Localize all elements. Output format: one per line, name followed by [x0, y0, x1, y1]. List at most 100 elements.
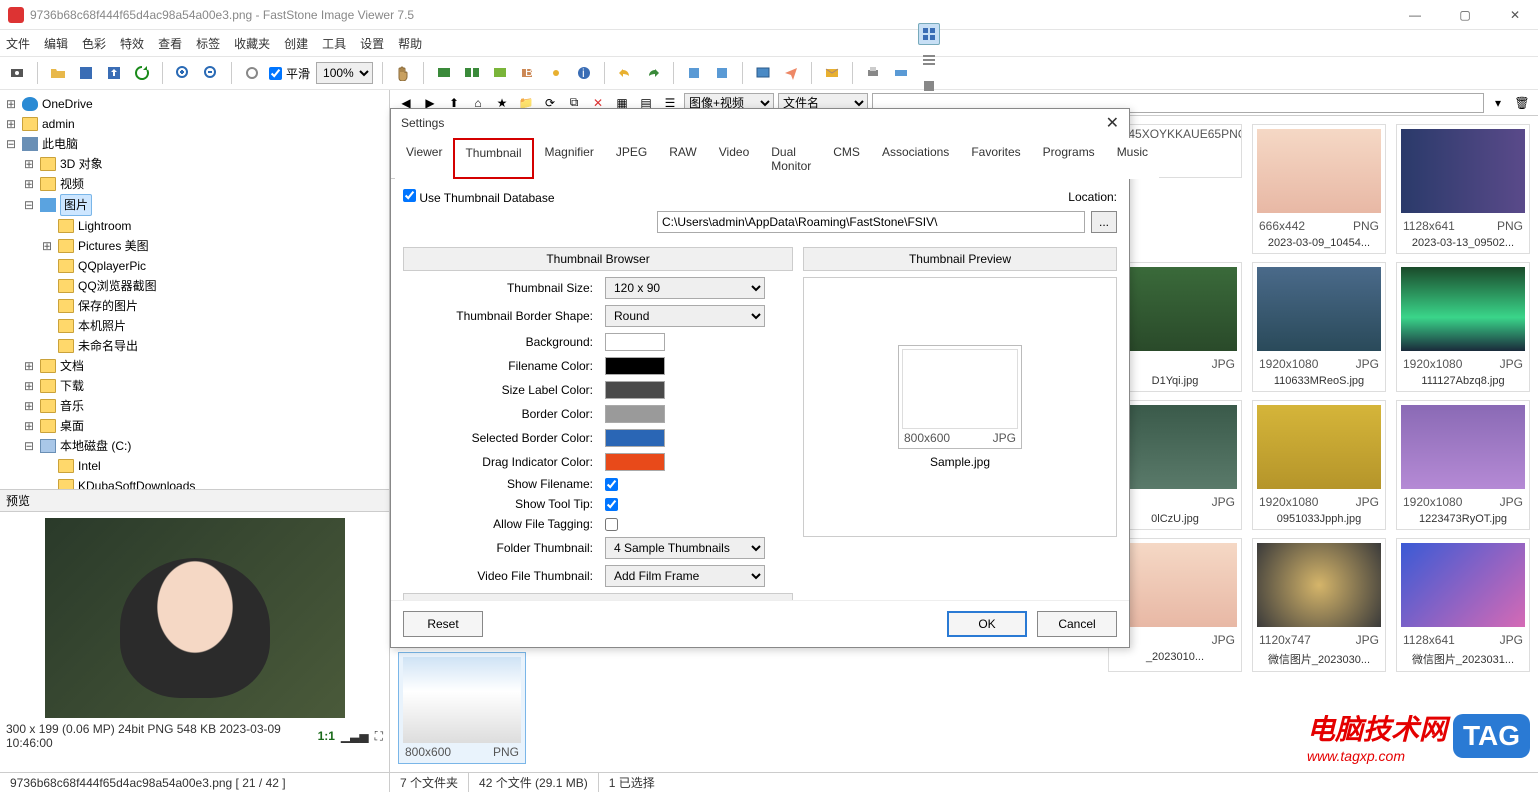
folder-thumb-select[interactable]: 4 Sample Thumbnails — [605, 537, 765, 559]
browse-button[interactable]: ... — [1091, 211, 1117, 233]
cancel-button[interactable]: Cancel — [1037, 611, 1117, 637]
tab-jpeg[interactable]: JPEG — [605, 138, 658, 179]
menu-color[interactable]: 色彩 — [82, 35, 106, 52]
app-icon — [8, 7, 24, 23]
zoomin-icon[interactable] — [172, 62, 194, 84]
preview-info: 300 x 199 (0.06 MP) 24bit PNG 548 KB 202… — [6, 722, 318, 750]
status-folders: 7 个文件夹 — [390, 773, 469, 792]
folder-tree[interactable]: ⊞OneDrive ⊞admin ⊟此电脑 ⊞3D 对象 ⊞视频 ⊟图片 Lig… — [0, 90, 389, 489]
tab-programs[interactable]: Programs — [1032, 138, 1106, 179]
menu-create[interactable]: 创建 — [284, 35, 308, 52]
rotate-left-icon[interactable] — [683, 62, 705, 84]
wallpaper-icon[interactable] — [752, 62, 774, 84]
border-shape-select[interactable]: Round — [605, 305, 765, 327]
status-bar: 9736b68c68f444f65d4ac98a54a00e3.png [ 21… — [0, 772, 1538, 792]
watermark: 电脑技术网 www.tagxp.com TAG — [1307, 708, 1530, 764]
tab-magnifier[interactable]: Magnifier — [534, 138, 605, 179]
preview-image — [45, 518, 345, 718]
status-files: 42 个文件 (29.1 MB) — [469, 773, 599, 792]
menu-tag[interactable]: 标签 — [196, 35, 220, 52]
trash-icon[interactable]: 🗑 — [1512, 93, 1532, 113]
thumb-item[interactable]: 1920x1080JPG1223473RyOT.jpg — [1396, 400, 1530, 530]
thumb-item[interactable]: 1920x1080JPG110633MReoS.jpg — [1252, 262, 1386, 392]
compare-icon[interactable] — [461, 62, 483, 84]
thumb-item[interactable]: 1120x747JPG微信图片_2023030... — [1252, 538, 1386, 672]
reload-icon[interactable] — [131, 62, 153, 84]
use-db-checkbox[interactable]: Use Thumbnail Database — [403, 189, 555, 205]
menu-settings[interactable]: 设置 — [360, 35, 384, 52]
tree-selected[interactable]: 图片 — [60, 194, 92, 216]
reset-button[interactable]: Reset — [403, 611, 483, 637]
menu-file[interactable]: 文件 — [6, 35, 30, 52]
video-thumb-select[interactable]: Add Film Frame — [605, 565, 765, 587]
thumbnail-preview-box: 800x600JPG Sample.jpg — [803, 277, 1117, 537]
redo-icon[interactable] — [642, 62, 664, 84]
acquire-icon[interactable] — [6, 62, 28, 84]
drag-color-swatch[interactable] — [605, 453, 665, 471]
zoomout-icon[interactable] — [200, 62, 222, 84]
saveas-icon[interactable] — [103, 62, 125, 84]
tab-music[interactable]: Music — [1106, 138, 1159, 179]
undo-icon[interactable] — [614, 62, 636, 84]
view-thumbnails-icon[interactable] — [918, 23, 940, 45]
thumb-size-select[interactable]: 120 x 90 — [605, 277, 765, 299]
info-icon[interactable]: i — [573, 62, 595, 84]
scan-icon[interactable] — [890, 62, 912, 84]
view-list-icon[interactable] — [918, 49, 940, 71]
batch-icon[interactable]: B — [517, 62, 539, 84]
menu-favorites[interactable]: 收藏夹 — [234, 35, 270, 52]
menu-view[interactable]: 查看 — [158, 35, 182, 52]
close-button[interactable]: ✕ — [1500, 8, 1530, 22]
tab-video[interactable]: Video — [708, 138, 760, 179]
show-filename-checkbox[interactable] — [605, 478, 618, 491]
sun-icon[interactable] — [545, 62, 567, 84]
thumb-item[interactable]: 666x442PNG2023-03-09_10454... — [1252, 124, 1386, 254]
thumb-item[interactable]: 1128x641PNG2023-03-13_09502... — [1396, 124, 1530, 254]
hand-icon[interactable] — [392, 62, 414, 84]
show-tooltip-checkbox[interactable] — [605, 498, 618, 511]
sz-color-swatch[interactable] — [605, 381, 665, 399]
rotate-right-icon[interactable] — [711, 62, 733, 84]
settings-tabs: Viewer Thumbnail Magnifier JPEG RAW Vide… — [391, 137, 1129, 179]
sel-border-color-swatch[interactable] — [605, 429, 665, 447]
thumb-item[interactable]: 1128x641JPG微信图片_2023031... — [1396, 538, 1530, 672]
dropdown-icon[interactable]: ▾ — [1488, 93, 1508, 113]
dialog-close-button[interactable]: ✕ — [1106, 113, 1119, 133]
tab-dual[interactable]: Dual Monitor — [760, 138, 822, 179]
menu-effect[interactable]: 特效 — [120, 35, 144, 52]
minimize-button[interactable]: — — [1400, 8, 1430, 22]
open-icon[interactable] — [47, 62, 69, 84]
fn-color-swatch[interactable] — [605, 357, 665, 375]
slideshow-icon[interactable] — [433, 62, 455, 84]
tab-assoc[interactable]: Associations — [871, 138, 960, 179]
print-icon[interactable] — [862, 62, 884, 84]
bg-color-swatch[interactable] — [605, 333, 665, 351]
menu-edit[interactable]: 编辑 — [44, 35, 68, 52]
ok-button[interactable]: OK — [947, 611, 1027, 637]
selected-thumb[interactable]: 800x600PNG — [398, 652, 526, 764]
zoom-select[interactable]: 100% — [316, 62, 373, 84]
maximize-button[interactable]: ▢ — [1450, 8, 1480, 22]
menu-help[interactable]: 帮助 — [398, 35, 422, 52]
tab-viewer[interactable]: Viewer — [395, 138, 453, 179]
tab-raw[interactable]: RAW — [658, 138, 708, 179]
menu-tools[interactable]: 工具 — [322, 35, 346, 52]
fit-icon[interactable] — [241, 62, 263, 84]
thumb-item[interactable]: 1920x1080JPG111127Abzq8.jpg — [1396, 262, 1530, 392]
thumb-item[interactable]: 1920x1080JPG0951033Jpph.jpg — [1252, 400, 1386, 530]
smooth-checkbox[interactable]: 平滑 — [269, 65, 310, 82]
email-icon[interactable] — [821, 62, 843, 84]
tag-icon[interactable] — [489, 62, 511, 84]
tab-fav[interactable]: Favorites — [960, 138, 1031, 179]
send-icon[interactable] — [780, 62, 802, 84]
settings-dialog: Settings ✕ Viewer Thumbnail Magnifier JP… — [390, 108, 1130, 648]
fit-icon[interactable]: ⛶ — [375, 729, 383, 744]
location-input[interactable] — [657, 211, 1085, 233]
border-color-swatch[interactable] — [605, 405, 665, 423]
tab-cms[interactable]: CMS — [822, 138, 871, 179]
tab-thumbnail[interactable]: Thumbnail — [453, 138, 533, 179]
histogram-icon[interactable]: ▁▃▅ — [341, 729, 369, 743]
allow-tagging-checkbox[interactable] — [605, 518, 618, 531]
status-file: 9736b68c68f444f65d4ac98a54a00e3.png [ 21… — [0, 773, 390, 792]
save-icon[interactable] — [75, 62, 97, 84]
